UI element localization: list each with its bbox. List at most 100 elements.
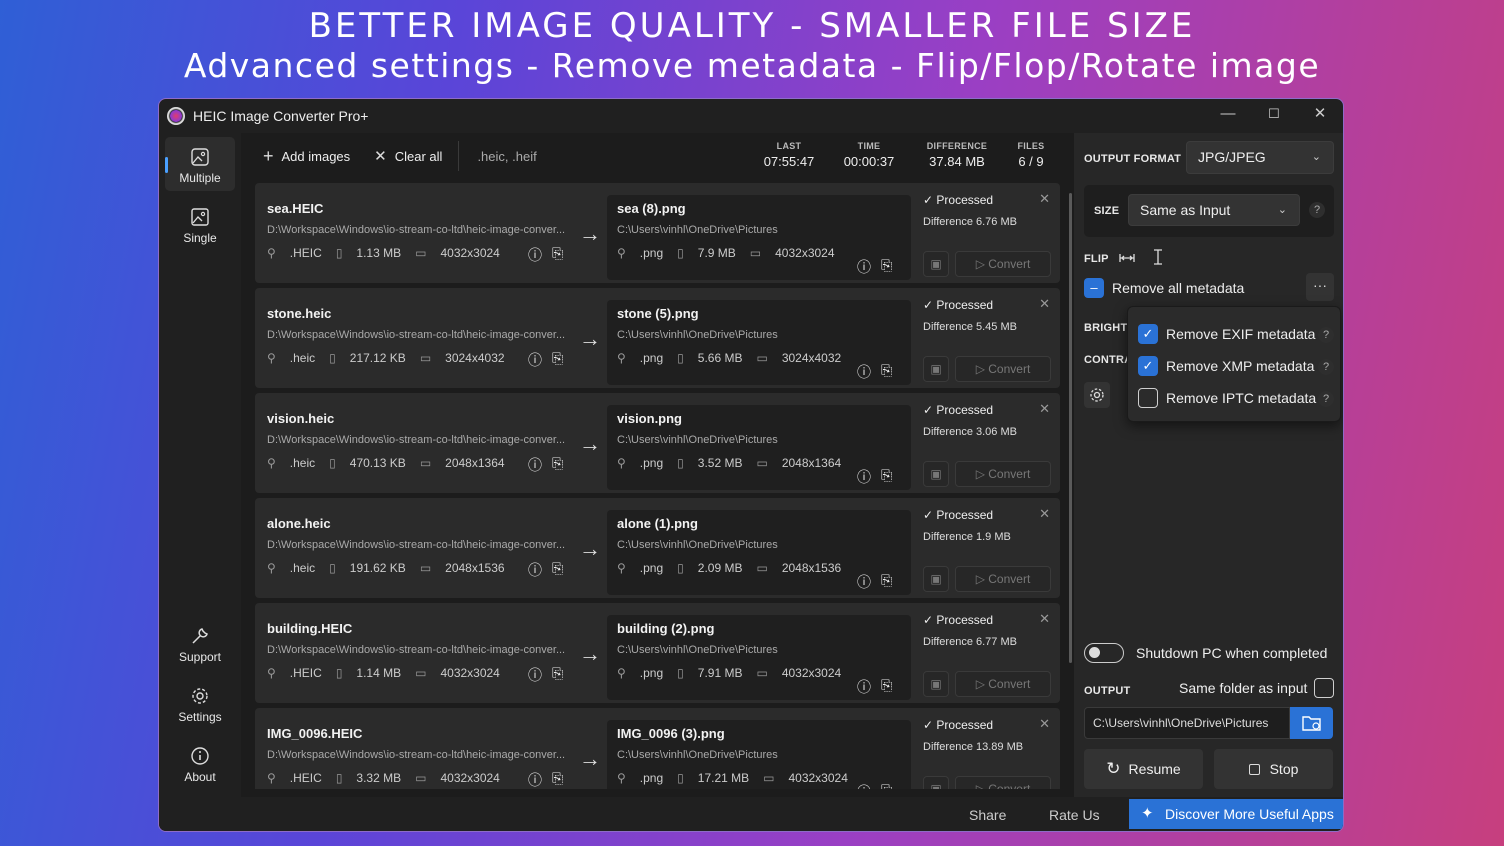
- convert-button[interactable]: ▷ Convert: [955, 776, 1051, 789]
- preview-button[interactable]: ▣: [923, 251, 949, 277]
- open-file-icon[interactable]: ⎘: [881, 677, 892, 694]
- shutdown-toggle[interactable]: [1084, 643, 1124, 663]
- nav-settings[interactable]: Settings: [165, 676, 235, 730]
- remove-exif-checkbox[interactable]: ✓: [1138, 324, 1158, 344]
- help-icon[interactable]: ?: [1318, 359, 1334, 375]
- output-path-field[interactable]: C:\Users\vinhl\OneDrive\Pictures: [1084, 707, 1290, 739]
- window-title: HEIC Image Converter Pro+: [193, 108, 369, 124]
- info-icon[interactable]: ⓘ: [528, 350, 542, 370]
- remove-row-icon[interactable]: ✕: [1039, 611, 1050, 627]
- nav-multiple[interactable]: Multiple: [165, 137, 235, 191]
- source-file-path: D:\Workspace\Windows\io-stream-co-ltd\he…: [267, 329, 566, 341]
- open-file-icon[interactable]: ⎘: [881, 257, 892, 274]
- rate-us-link[interactable]: Rate Us: [1049, 807, 1100, 823]
- resume-button[interactable]: ↻ Resume: [1084, 749, 1203, 789]
- output-file-details: sea (8).png C:\Users\vinhl\OneDrive\Pict…: [617, 201, 897, 260]
- more-options-button[interactable]: ···: [1306, 273, 1334, 301]
- preview-button[interactable]: ▣: [923, 356, 949, 382]
- convert-button[interactable]: ▷ Convert: [955, 671, 1051, 697]
- info-icon[interactable]: ⓘ: [528, 245, 542, 265]
- remove-row-icon[interactable]: ✕: [1039, 296, 1050, 312]
- convert-button[interactable]: ▷ Convert: [955, 461, 1051, 487]
- info-icon[interactable]: ⓘ: [528, 770, 542, 789]
- flip-vertical-icon[interactable]: [1149, 248, 1167, 266]
- remove-xmp-option[interactable]: ✓ Remove XMP metadata: [1138, 356, 1314, 376]
- size-select[interactable]: Same as Input ⌄: [1128, 194, 1300, 226]
- output-format-select[interactable]: JPG/JPEG ⌄: [1186, 141, 1334, 174]
- open-file-icon[interactable]: ⎘: [881, 572, 892, 589]
- info-icon[interactable]: ⓘ: [528, 560, 542, 580]
- add-images-button[interactable]: + Add images: [263, 146, 350, 167]
- preview-button[interactable]: ▣: [923, 566, 949, 592]
- info-icon[interactable]: ⓘ: [857, 677, 871, 697]
- scrollbar[interactable]: [1069, 193, 1072, 663]
- open-file-icon[interactable]: ⎘: [552, 455, 563, 472]
- clear-all-button[interactable]: ✕ Clear all: [374, 147, 442, 165]
- remove-iptc-checkbox[interactable]: [1138, 388, 1158, 408]
- remove-row-icon[interactable]: ✕: [1039, 506, 1050, 522]
- same-folder-checkbox[interactable]: [1314, 678, 1334, 698]
- convert-button[interactable]: ▷ Convert: [955, 566, 1051, 592]
- open-file-icon[interactable]: ⎘: [552, 350, 563, 367]
- open-file-icon[interactable]: ⎘: [552, 665, 563, 682]
- browse-folder-button[interactable]: [1290, 707, 1333, 739]
- open-file-icon[interactable]: ⎘: [881, 362, 892, 379]
- source-size: 470.13 KB: [349, 456, 406, 470]
- share-link[interactable]: Share: [969, 807, 1006, 823]
- stop-label: Stop: [1269, 761, 1299, 777]
- output-ext: .png: [639, 351, 664, 365]
- remove-all-metadata-checkbox[interactable]: –: [1084, 278, 1104, 298]
- info-icon[interactable]: ⓘ: [857, 257, 871, 277]
- preview-button[interactable]: ▣: [923, 671, 949, 697]
- output-file: sea (8).png C:\Users\vinhl\OneDrive\Pict…: [607, 195, 911, 280]
- extension-icon: ⚲: [267, 561, 276, 575]
- open-file-icon[interactable]: ⎘: [881, 782, 892, 789]
- output-file-details: IMG_0096 (3).png C:\Users\vinhl\OneDrive…: [617, 726, 897, 785]
- info-icon[interactable]: ⓘ: [857, 467, 871, 487]
- minimize-button[interactable]: —: [1205, 99, 1251, 131]
- preview-button[interactable]: ▣: [923, 776, 949, 789]
- stop-button[interactable]: Stop: [1214, 749, 1333, 789]
- dimensions-icon: ▭: [419, 561, 432, 575]
- check-icon: ✓: [923, 718, 934, 732]
- help-icon[interactable]: ?: [1309, 202, 1325, 218]
- discover-apps-button[interactable]: ✦ Discover More Useful Apps: [1129, 799, 1343, 829]
- info-icon[interactable]: ⓘ: [528, 455, 542, 475]
- open-file-icon[interactable]: ⎘: [881, 467, 892, 484]
- source-file-name: stone.heic: [267, 306, 332, 321]
- info-icon[interactable]: ⓘ: [857, 572, 871, 592]
- file-row: sea.HEIC D:\Workspace\Windows\io-stream-…: [255, 183, 1060, 283]
- convert-button[interactable]: ▷ Convert: [955, 356, 1051, 382]
- open-file-icon[interactable]: ⎘: [552, 245, 563, 262]
- check-icon: ✓: [923, 613, 934, 627]
- remove-row-icon[interactable]: ✕: [1039, 191, 1050, 207]
- output-file-path: C:\Users\vinhl\OneDrive\Pictures: [617, 539, 778, 551]
- nav-support[interactable]: Support: [165, 616, 235, 670]
- preview-button[interactable]: ▣: [923, 461, 949, 487]
- nav-about[interactable]: About: [165, 736, 235, 790]
- remove-row-icon[interactable]: ✕: [1039, 401, 1050, 417]
- remove-iptc-option[interactable]: Remove IPTC metadata: [1138, 388, 1316, 408]
- open-file-icon[interactable]: ⎘: [552, 560, 563, 577]
- nav-single[interactable]: Single: [165, 197, 235, 251]
- file-icon: ▯: [329, 351, 336, 365]
- remove-row-icon[interactable]: ✕: [1039, 716, 1050, 732]
- remove-xmp-checkbox[interactable]: ✓: [1138, 356, 1158, 376]
- maximize-button[interactable]: ☐: [1251, 99, 1297, 131]
- flip-label: FLIP: [1084, 253, 1109, 265]
- info-icon[interactable]: ⓘ: [528, 665, 542, 685]
- help-icon[interactable]: ?: [1318, 391, 1334, 407]
- close-button[interactable]: ✕: [1297, 99, 1343, 131]
- status-label: Processed: [936, 298, 994, 312]
- open-file-icon[interactable]: ⎘: [552, 770, 563, 787]
- help-icon[interactable]: ?: [1318, 327, 1334, 343]
- convert-button[interactable]: ▷ Convert: [955, 251, 1051, 277]
- play-icon: ▷: [975, 677, 985, 691]
- remove-exif-option[interactable]: ✓ Remove EXIF metadata: [1138, 324, 1315, 344]
- info-icon[interactable]: ⓘ: [857, 362, 871, 382]
- info-icon[interactable]: ⓘ: [857, 782, 871, 789]
- advanced-settings-button[interactable]: [1084, 382, 1110, 408]
- file-list: sea.HEIC D:\Workspace\Windows\io-stream-…: [255, 183, 1060, 789]
- flip-horizontal-icon[interactable]: [1118, 249, 1136, 267]
- status-difference: Difference 6.77 MB: [923, 636, 1017, 648]
